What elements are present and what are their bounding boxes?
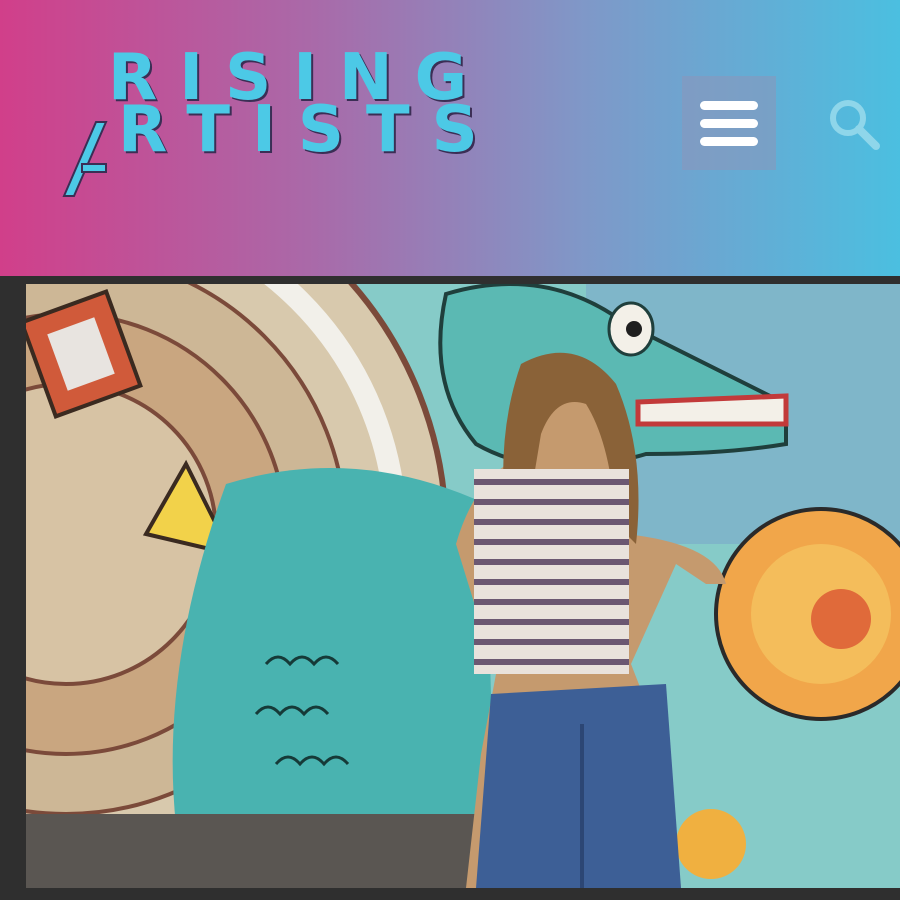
hero-photo [26,284,900,888]
menu-bar-top [700,100,758,110]
mural-artwork [26,284,900,888]
search-icon[interactable] [826,96,882,152]
logo-word-artists: RTISTS [118,93,500,167]
logo-a-slash-icon [62,121,108,197]
menu-bar-bottom [700,136,758,146]
menu-bar-middle [700,118,758,128]
site-header: RISING RTISTS [0,0,900,276]
hamburger-menu-button[interactable] [682,76,776,170]
rising-artists-logo[interactable]: RISING RTISTS [60,40,480,200]
